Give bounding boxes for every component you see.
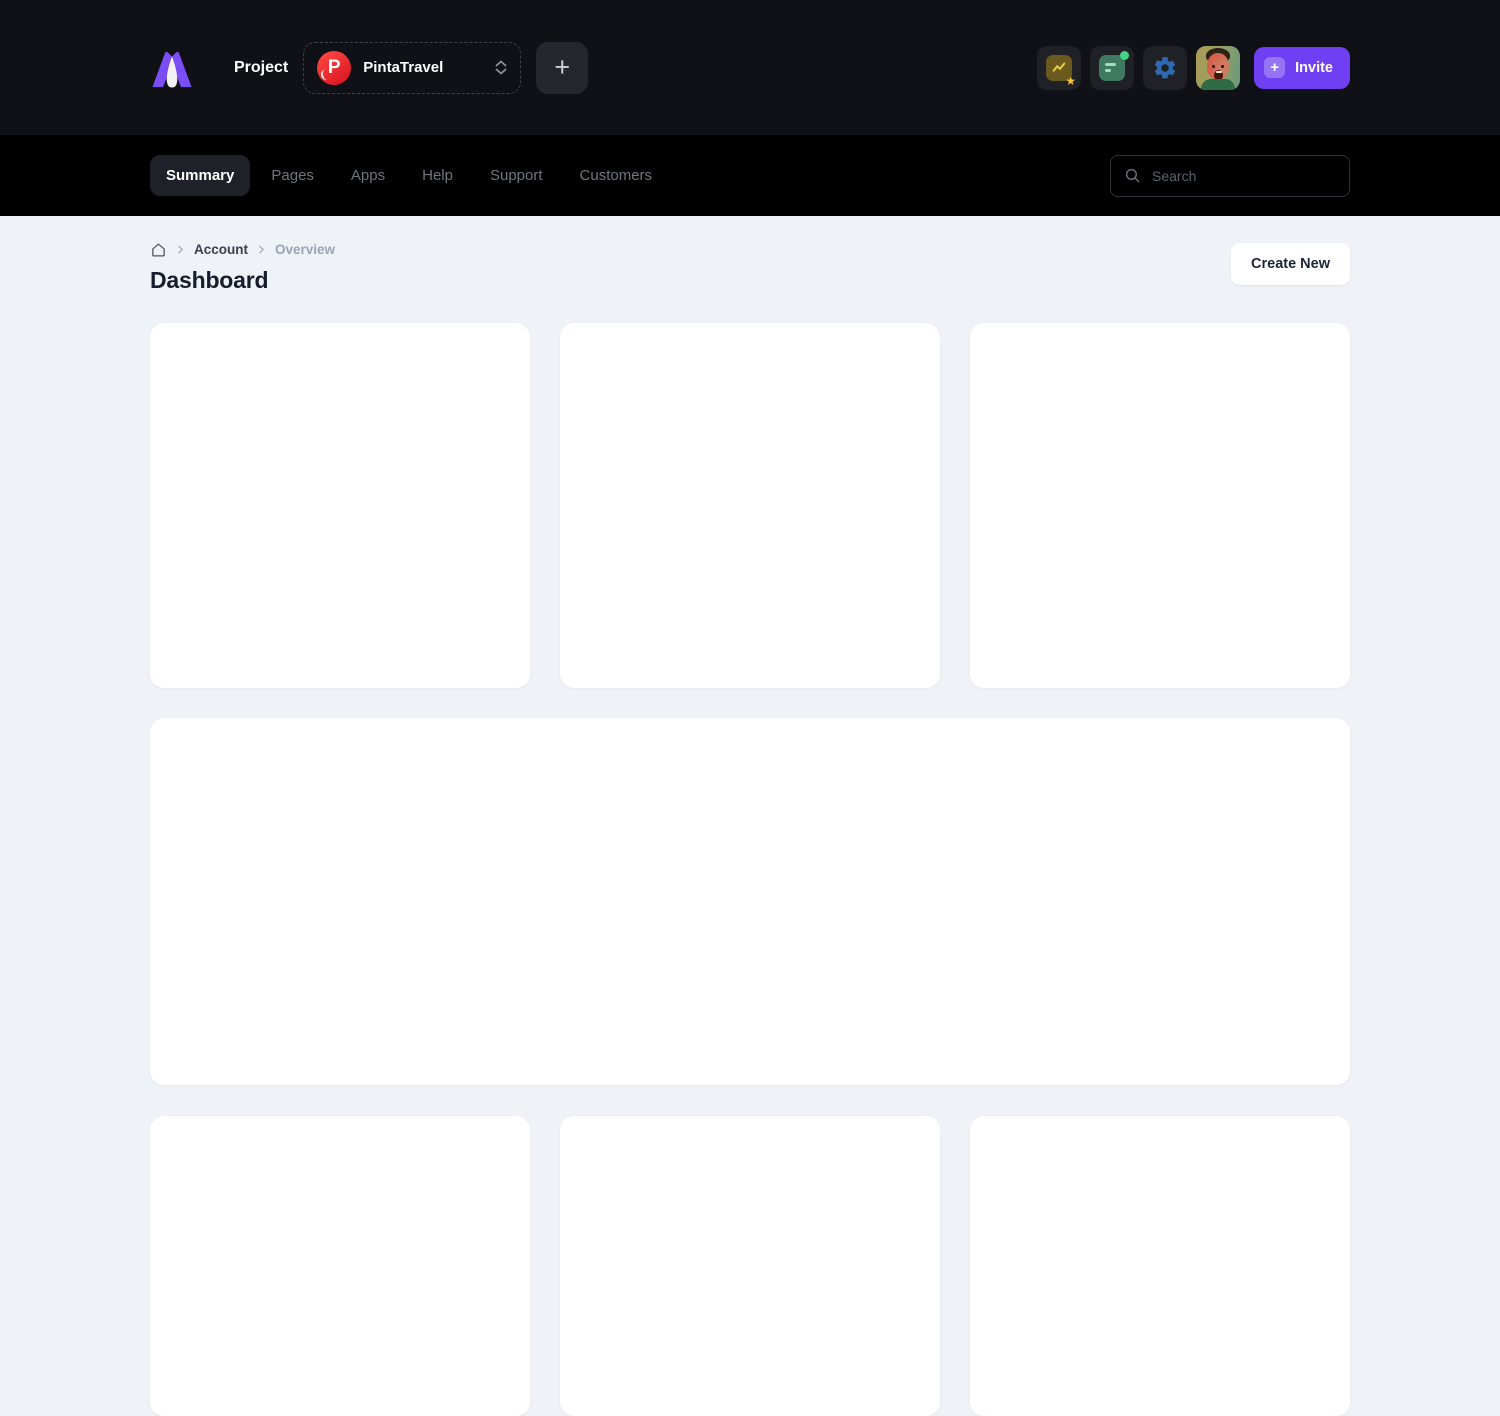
chevron-right-icon xyxy=(174,243,187,256)
invite-button[interactable]: + Invite xyxy=(1254,47,1350,89)
top-card-row xyxy=(150,323,1350,688)
pintatravel-logo-icon: P xyxy=(317,51,351,85)
bottom-card-row xyxy=(150,1116,1350,1416)
trend-line-star-icon: ★ xyxy=(1046,55,1072,81)
search-box xyxy=(1110,155,1350,197)
analytics-button[interactable]: ★ xyxy=(1037,46,1081,90)
project-label: Project xyxy=(234,59,288,77)
header-right-group: ★ + Invite xyxy=(1037,46,1350,90)
dashboard-card xyxy=(150,323,530,688)
tab-summary[interactable]: Summary xyxy=(150,155,250,196)
wide-dashboard-card xyxy=(150,718,1350,1085)
page-heading-group: Account Overview Dashboard xyxy=(150,241,335,294)
tab-help[interactable]: Help xyxy=(422,167,453,184)
search-icon xyxy=(1124,167,1141,184)
breadcrumb-item-account[interactable]: Account xyxy=(194,242,248,257)
gear-icon xyxy=(1152,55,1178,81)
dashboard-card xyxy=(970,1116,1350,1416)
user-avatar[interactable] xyxy=(1196,46,1240,90)
main-content: Account Overview Dashboard Create New xyxy=(0,216,1500,1416)
dashboard-card xyxy=(970,323,1350,688)
header-left-group: Project P PintaTravel + xyxy=(150,42,588,94)
app-logo-icon xyxy=(150,46,194,90)
top-header: Project P PintaTravel + ★ xyxy=(0,0,1500,135)
tab-customers[interactable]: Customers xyxy=(580,167,653,184)
main-nav: Summary Pages Apps Help Support Customer… xyxy=(0,135,1500,216)
search-input[interactable] xyxy=(1150,167,1336,185)
page-header-row: Account Overview Dashboard Create New xyxy=(150,241,1350,294)
settings-button[interactable] xyxy=(1143,46,1187,90)
home-icon[interactable] xyxy=(150,241,167,258)
add-project-button[interactable]: + xyxy=(536,42,588,94)
dashboard-card xyxy=(560,1116,940,1416)
plus-icon: + xyxy=(1264,57,1285,78)
tab-support[interactable]: Support xyxy=(490,167,543,184)
breadcrumb-item-overview: Overview xyxy=(275,242,335,257)
invite-button-label: Invite xyxy=(1295,60,1333,76)
chevron-right-icon xyxy=(255,243,268,256)
page-title: Dashboard xyxy=(150,267,335,294)
create-new-button[interactable]: Create New xyxy=(1231,243,1350,285)
notification-dot xyxy=(1120,51,1129,60)
project-selector-value: PintaTravel xyxy=(363,59,495,76)
project-selector-dropdown[interactable]: P PintaTravel xyxy=(303,42,521,94)
nav-tabs: Summary Pages Apps Help Support Customer… xyxy=(166,155,652,196)
tab-pages[interactable]: Pages xyxy=(271,167,314,184)
tab-apps[interactable]: Apps xyxy=(351,167,385,184)
dashboard-card xyxy=(150,1116,530,1416)
dashboard-card xyxy=(560,323,940,688)
breadcrumb: Account Overview xyxy=(150,241,335,258)
plus-icon: + xyxy=(554,54,570,81)
star-icon: ★ xyxy=(1065,75,1076,87)
chevron-up-down-icon xyxy=(495,60,507,75)
messages-button[interactable] xyxy=(1090,46,1134,90)
